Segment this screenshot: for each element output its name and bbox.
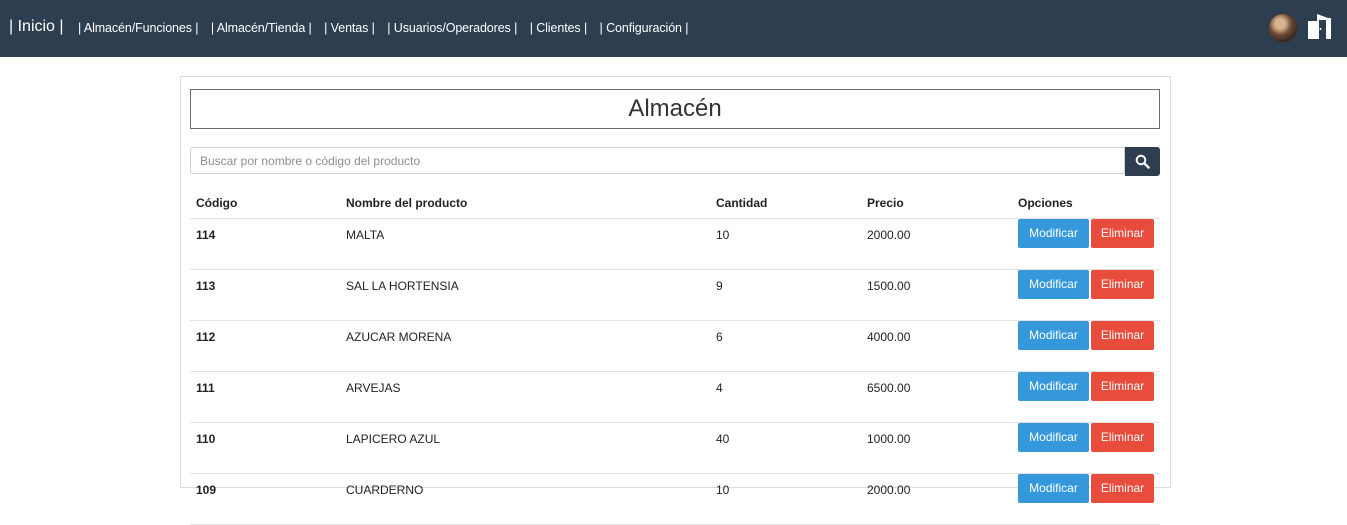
modify-button[interactable]: Modificar <box>1018 372 1089 401</box>
nav-item-almacen-tienda[interactable]: | Almacén/Tienda | <box>211 20 312 36</box>
cell-qty: 4 <box>710 371 861 423</box>
search-input[interactable] <box>190 147 1125 174</box>
modify-button[interactable]: Modificar <box>1018 219 1089 248</box>
user-avatar[interactable] <box>1268 13 1298 43</box>
table-row: 114 MALTA 10 2000.00 Modificar Eliminar <box>190 218 1160 270</box>
table-header-row: Código Nombre del producto Cantidad Prec… <box>190 187 1160 219</box>
top-navbar: | Inicio | | Almacén/Funciones | | Almac… <box>0 0 1347 57</box>
header-price: Precio <box>861 187 1012 219</box>
cell-name: ARVEJAS <box>340 371 710 423</box>
header-code: Código <box>190 187 340 219</box>
cell-price: 4000.00 <box>861 320 1012 372</box>
cell-qty: 40 <box>710 422 861 474</box>
nav-item-configuracion[interactable]: | Configuración | <box>600 20 689 36</box>
cell-options: Modificar Eliminar <box>1012 371 1160 423</box>
search-button[interactable] <box>1125 147 1160 176</box>
cell-price: 1500.00 <box>861 269 1012 321</box>
cell-options: Modificar Eliminar <box>1012 218 1160 270</box>
delete-button[interactable]: Eliminar <box>1091 423 1154 452</box>
products-table: Código Nombre del producto Cantidad Prec… <box>190 187 1160 525</box>
page-title: Almacén <box>628 95 722 122</box>
delete-button[interactable]: Eliminar <box>1091 219 1154 248</box>
modify-button[interactable]: Modificar <box>1018 474 1089 503</box>
header-qty: Cantidad <box>710 187 861 219</box>
cell-code: 113 <box>190 269 340 321</box>
cell-price: 2000.00 <box>861 218 1012 270</box>
cell-code: 111 <box>190 371 340 423</box>
nav-menu: | Almacén/Funciones | | Almacén/Tienda |… <box>78 19 696 37</box>
nav-item-usuarios-operadores[interactable]: | Usuarios/Operadores | <box>387 20 517 36</box>
nav-item-clientes[interactable]: | Clientes | <box>530 20 588 36</box>
cell-qty: 9 <box>710 269 861 321</box>
cell-name: LAPICERO AZUL <box>340 422 710 474</box>
cell-qty: 10 <box>710 473 861 525</box>
cell-name: CUARDERNO <box>340 473 710 525</box>
cell-options: Modificar Eliminar <box>1012 422 1160 474</box>
cell-name: MALTA <box>340 218 710 270</box>
header-name: Nombre del producto <box>340 187 710 219</box>
cell-qty: 10 <box>710 218 861 270</box>
table-row: 112 AZUCAR MORENA 6 4000.00 Modificar Eli… <box>190 320 1160 372</box>
cell-price: 1000.00 <box>861 422 1012 474</box>
cell-name: AZUCAR MORENA <box>340 320 710 372</box>
cell-options: Modificar Eliminar <box>1012 473 1160 525</box>
nav-item-almacen-funciones[interactable]: | Almacén/Funciones | <box>78 20 199 36</box>
cell-options: Modificar Eliminar <box>1012 269 1160 321</box>
header-options: Opciones <box>1012 187 1160 219</box>
cell-code: 112 <box>190 320 340 372</box>
cell-name: SAL LA HORTENSIA <box>340 269 710 321</box>
warehouse-panel: Almacén Código Nombre del producto Canti… <box>180 76 1171 525</box>
cell-code: 114 <box>190 218 340 270</box>
modify-button[interactable]: Modificar <box>1018 423 1089 452</box>
modify-button[interactable]: Modificar <box>1018 270 1089 299</box>
door-exit-icon[interactable] <box>1306 12 1336 40</box>
page-title-box: Almacén <box>190 89 1160 129</box>
cell-options: Modificar Eliminar <box>1012 320 1160 372</box>
cell-code: 109 <box>190 473 340 525</box>
table-row: 111 ARVEJAS 4 6500.00 Modificar Eliminar <box>190 371 1160 423</box>
delete-button[interactable]: Eliminar <box>1091 321 1154 350</box>
cell-price: 6500.00 <box>861 371 1012 423</box>
cell-price: 2000.00 <box>861 473 1012 525</box>
cell-qty: 6 <box>710 320 861 372</box>
table-row: 113 SAL LA HORTENSIA 9 1500.00 Modificar… <box>190 269 1160 321</box>
cell-code: 110 <box>190 422 340 474</box>
search-icon <box>1135 154 1150 169</box>
nav-home-link[interactable]: | Inicio | <box>9 17 64 37</box>
table-row: 110 LAPICERO AZUL 40 1000.00 Modificar El… <box>190 422 1160 474</box>
delete-button[interactable]: Eliminar <box>1091 270 1154 299</box>
nav-item-ventas[interactable]: | Ventas | <box>324 20 375 36</box>
table-row: 109 CUARDERNO 10 2000.00 Modificar Elimin… <box>190 473 1160 525</box>
delete-button[interactable]: Eliminar <box>1091 474 1154 503</box>
modify-button[interactable]: Modificar <box>1018 321 1089 350</box>
delete-button[interactable]: Eliminar <box>1091 372 1154 401</box>
